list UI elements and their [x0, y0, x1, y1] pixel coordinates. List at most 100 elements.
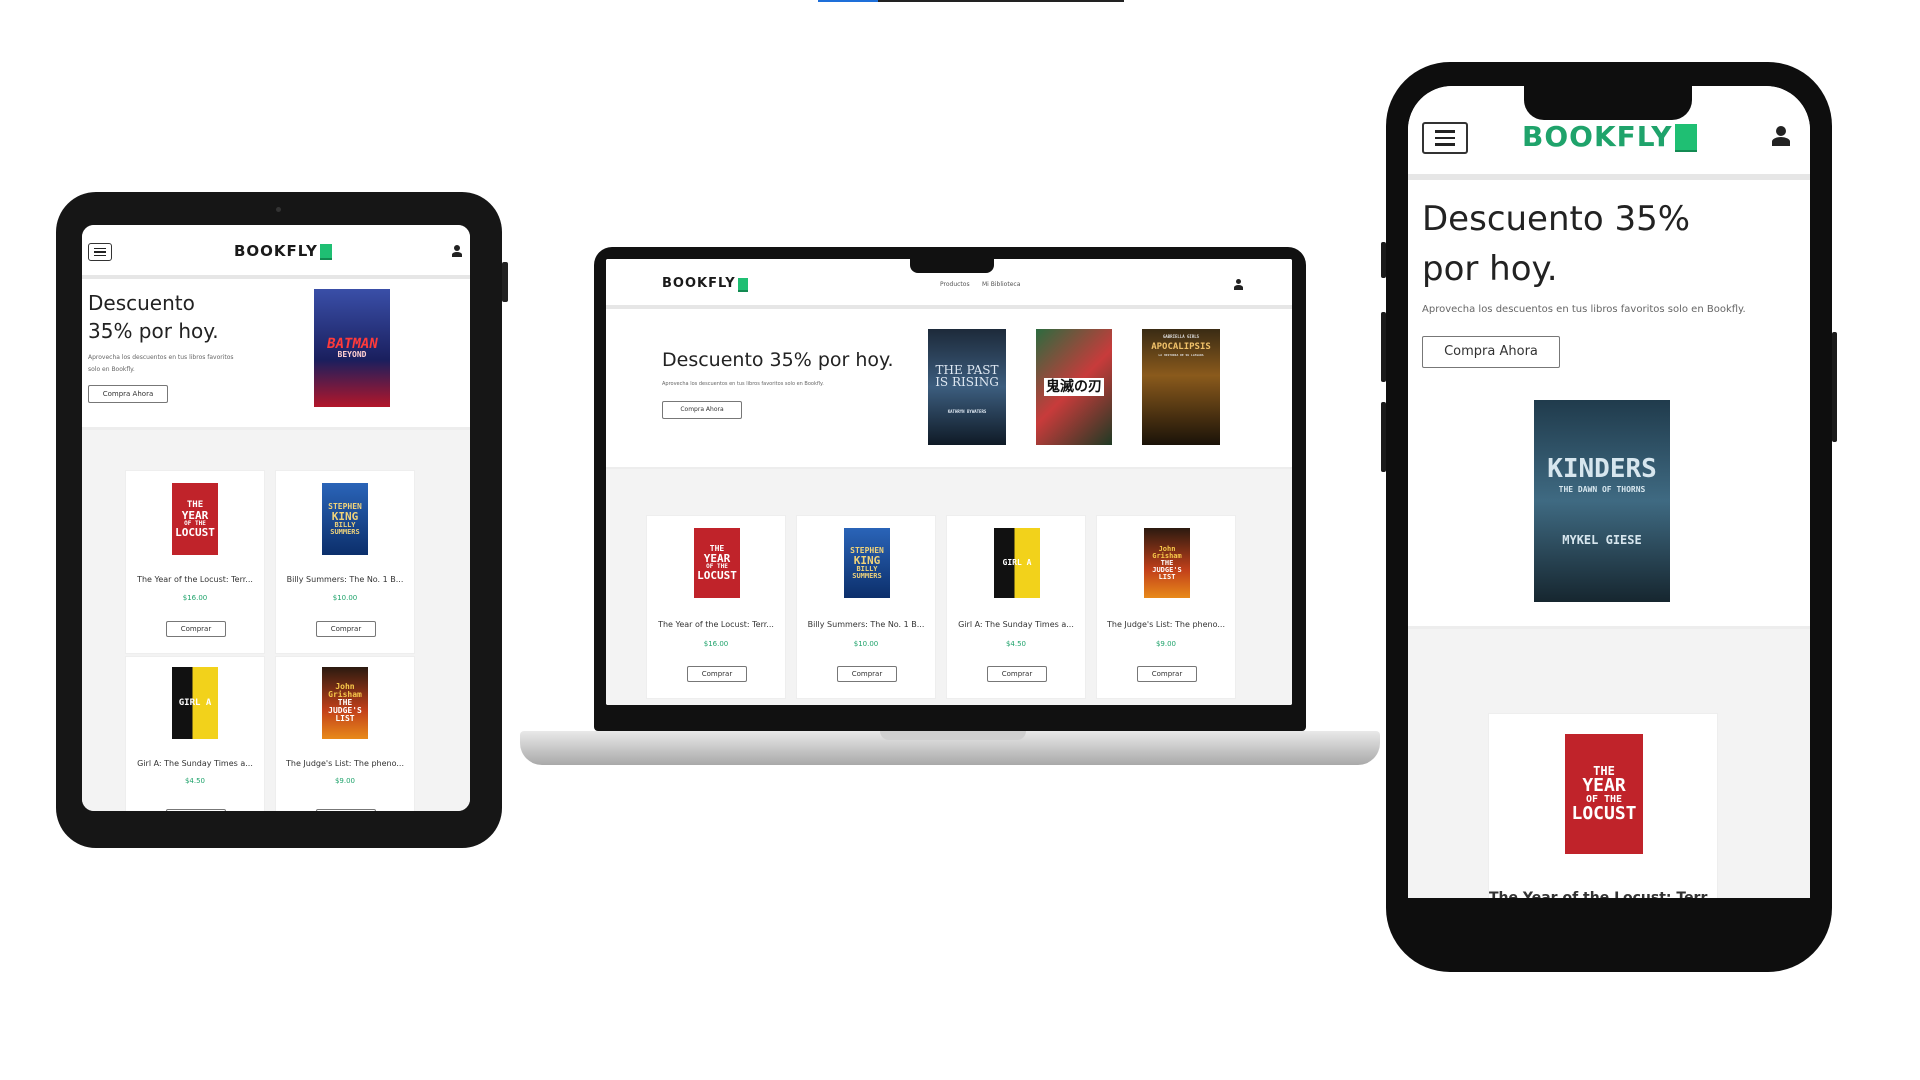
book-icon [1674, 123, 1697, 152]
product-cover[interactable]: GIRL A [994, 528, 1040, 598]
cover-kicker: GABRIELLA GIRLS [1162, 334, 1200, 339]
product-price: $9.00 [334, 777, 356, 785]
product-title: The Year of the Locust: Terr... [658, 620, 774, 629]
product-card: THE YEAR OF THE LOCUST The Year of the Locu… [646, 515, 786, 699]
logo[interactable]: BOOKFLY [1522, 120, 1697, 153]
book-icon [319, 244, 332, 260]
menu-icon[interactable] [88, 243, 112, 261]
buy-button[interactable]: Comprar [1137, 666, 1197, 682]
book-icon [737, 277, 748, 292]
product-title: Billy Summers: The No. 1 B... [286, 575, 404, 584]
product-title: The Year of the Locust: Terr... [1489, 890, 1717, 898]
camera-notch [910, 259, 994, 273]
cover-title: APOCALIPSIS [1151, 342, 1211, 352]
product-title: Girl A: The Sunday Times a... [137, 759, 253, 768]
top-edge-accent [818, 0, 878, 2]
buy-now-button[interactable]: Compra Ahora [88, 385, 168, 403]
product-title: The Judge's List: The pheno... [1106, 620, 1225, 629]
cover-subtitle: THE DAWN OF THORNS [1558, 485, 1646, 494]
menu-icon[interactable] [1422, 122, 1468, 154]
hero-title: Descuento 35% por hoy. [1422, 199, 1691, 289]
side-button [502, 262, 508, 302]
laptop-screen: BOOKFLY Productos Mi Biblioteca Descuent… [606, 259, 1292, 705]
product-card: John Grisham THE JUDGE'S LIST The Judge's Li… [1096, 515, 1236, 699]
buy-button[interactable]: Comprar [166, 809, 226, 811]
buy-button[interactable]: Comprar [987, 666, 1047, 682]
book-cover-anime[interactable]: 鬼滅の刃 [1036, 329, 1112, 445]
hero-banner: Descuento 35% por hoy. Aprovecha los des… [606, 309, 1292, 470]
top-edge-line [818, 0, 1124, 2]
hero-subtitle: Aprovecha los descuentos en tus libros f… [662, 381, 824, 387]
product-card: THE YEAR OF THE LOCUST The Year of the Locu… [1488, 713, 1718, 898]
product-price: $10.00 [853, 640, 879, 648]
side-button [1381, 242, 1386, 278]
book-cover-apocalipsis[interactable]: GABRIELLA GIRLS APOCALIPSIS LA HISTORIA … [1142, 329, 1220, 445]
user-icon[interactable] [1772, 126, 1790, 146]
cover-title: BATMAN [325, 336, 379, 352]
product-cover[interactable]: GIRL A [172, 667, 218, 739]
hero-banner: Descuento 35% por hoy. Aprovecha los des… [82, 279, 470, 430]
buy-button[interactable]: Comprar [687, 666, 747, 682]
products-grid: THE YEAR OF THE LOCUST The Year of the Locu… [606, 469, 1292, 705]
product-price: $10.00 [332, 594, 358, 602]
product-price: $16.00 [703, 640, 729, 648]
cover-subtitle: BEYOND [337, 350, 367, 359]
camera-icon [276, 207, 281, 212]
product-cover[interactable]: THE YEAR OF THE LOCUST [172, 483, 218, 555]
product-cover[interactable]: THE YEAR OF THE LOCUST [694, 528, 740, 598]
product-cover[interactable]: John Grisham THE JUDGE'S LIST [1144, 528, 1190, 598]
product-title: The Year of the Locust: Terr... [137, 575, 253, 584]
cover-title: THE PAST IS RISING [935, 363, 999, 389]
hero-title: Descuento 35% por hoy. [662, 349, 894, 371]
product-card: GIRL A Girl A: The Sunday Times a... $4.… [946, 515, 1086, 699]
product-cover[interactable]: THE YEAR OF THE LOCUST [1565, 734, 1643, 854]
product-cover[interactable]: John Grisham THE JUDGE'S LIST [322, 667, 368, 739]
book-cover-batman[interactable]: BATMAN BEYOND [314, 289, 390, 407]
product-price: $9.00 [1155, 640, 1177, 648]
camera-notch [1524, 86, 1692, 120]
navbar: BOOKFLY [82, 225, 470, 279]
buy-button[interactable]: Comprar [316, 809, 376, 811]
product-title: Girl A: The Sunday Times a... [958, 620, 1074, 629]
buy-button[interactable]: Comprar [316, 621, 376, 637]
buy-button[interactable]: Comprar [166, 621, 226, 637]
nav-link-biblioteca[interactable]: Mi Biblioteca [982, 281, 1020, 288]
nav-link-productos[interactable]: Productos [940, 281, 970, 288]
hero-subtitle: Aprovecha los descuentos en tus libros f… [88, 354, 234, 373]
product-card: John Grisham THE JUDGE'S LIST The Judge's Li… [275, 656, 415, 811]
cover-author: MYKEL GIESE [1562, 533, 1642, 547]
side-button [1832, 332, 1837, 442]
user-icon[interactable] [452, 245, 462, 257]
product-card: STEPHEN KING BILLY SUMMERS Billy Summers: T… [275, 470, 415, 654]
product-cover[interactable]: STEPHEN KING BILLY SUMMERS [322, 483, 368, 555]
buy-now-button[interactable]: Compra Ahora [662, 401, 742, 419]
product-card: THE YEAR OF THE LOCUST The Year of the Locu… [125, 470, 265, 654]
side-button [1381, 402, 1386, 472]
product-cover[interactable]: STEPHEN KING BILLY SUMMERS [844, 528, 890, 598]
products-grid: THE YEAR OF THE LOCUST The Year of the Locu… [1408, 629, 1810, 898]
phone-device: BOOKFLY Descuento 35% por hoy. Aprovecha… [1381, 62, 1837, 972]
laptop-device: BOOKFLY Productos Mi Biblioteca Descuent… [594, 247, 1306, 731]
book-cover-kinders[interactable]: KINDERS THE DAWN OF THORNS MYKEL GIESE [1534, 400, 1670, 602]
phone-screen: BOOKFLY Descuento 35% por hoy. Aprovecha… [1408, 86, 1810, 898]
hero-subtitle: Aprovecha los descuentos en tus libros f… [1422, 304, 1746, 315]
products-grid: THE YEAR OF THE LOCUST The Year of the Locu… [82, 430, 470, 811]
hero-title: Descuento 35% por hoy. [88, 291, 219, 343]
product-title: Billy Summers: The No. 1 B... [807, 620, 925, 629]
hero-banner: Descuento 35% por hoy. Aprovecha los des… [1408, 180, 1810, 629]
book-cover-past[interactable]: THE PAST IS RISING KATHRYN BYWATERS [928, 329, 1006, 445]
logo[interactable]: BOOKFLY [662, 276, 748, 292]
cover-subtitle: LA HISTORIA DE SU LLEGADA [1158, 353, 1204, 357]
product-title: The Judge's List: The pheno... [285, 759, 404, 768]
logo[interactable]: BOOKFLY [234, 242, 332, 260]
tablet-screen: BOOKFLY Descuento 35% por hoy. Aprovecha… [82, 225, 470, 811]
laptop-base [520, 731, 1380, 765]
buy-button[interactable]: Comprar [837, 666, 897, 682]
side-button [1381, 312, 1386, 382]
buy-now-button[interactable]: Compra Ahora [1422, 336, 1560, 368]
user-icon[interactable] [1234, 279, 1243, 290]
cover-title: KINDERS [1547, 454, 1657, 484]
cover-author: KATHRYN BYWATERS [947, 409, 987, 414]
product-price: $4.50 [1005, 640, 1027, 648]
product-price: $4.50 [184, 777, 206, 785]
